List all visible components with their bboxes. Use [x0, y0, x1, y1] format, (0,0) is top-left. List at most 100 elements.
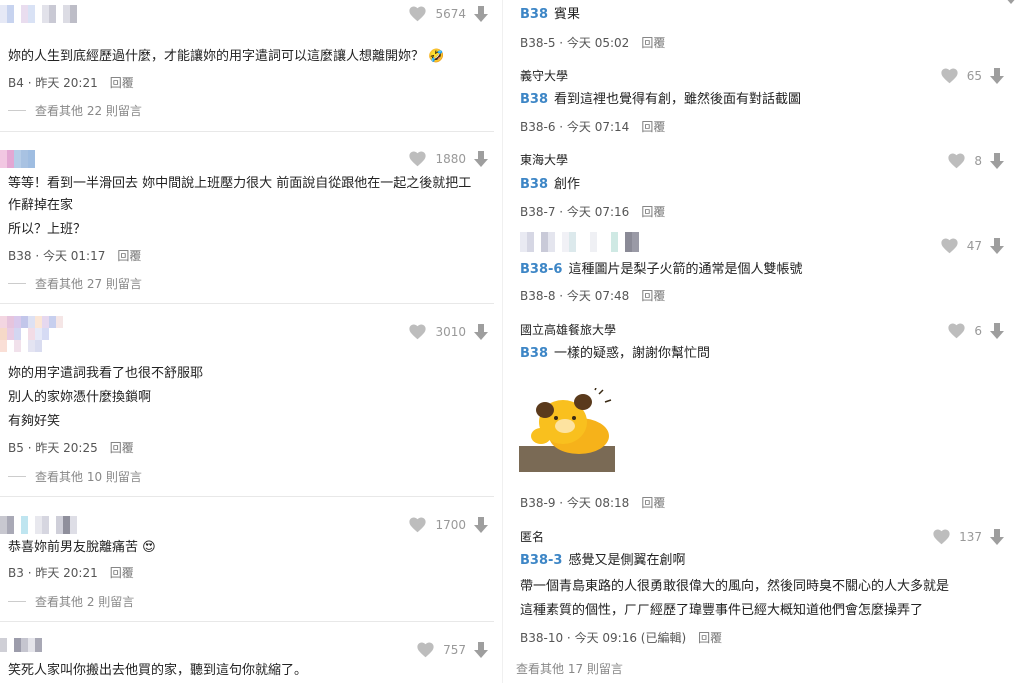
reply-text-line: 這種素質的個性，ㄏㄏ經歷了瑋豐事件已經大概知道他們會怎麼操弄了 — [520, 603, 924, 618]
reply-content: 賓果 — [554, 7, 581, 22]
like-count: 6 — [974, 323, 982, 338]
timestamp: 今天 05:02 — [566, 36, 630, 50]
heart-icon[interactable] — [947, 322, 966, 339]
reply-button[interactable]: 回覆 — [641, 36, 665, 50]
comment-divider — [0, 496, 494, 497]
reply-content: 感覺又是側翼在創啊 — [568, 553, 686, 568]
timestamp: 昨天 20:25 — [35, 441, 98, 455]
heart-icon[interactable] — [932, 528, 951, 545]
reply-content: 創作 — [554, 177, 581, 192]
like-count: 137 — [959, 529, 982, 544]
reply-button[interactable]: 回覆 — [641, 289, 665, 303]
down-arrow-icon[interactable] — [1004, 0, 1018, 4]
author-school: 國立高雄餐旅大學 — [520, 323, 617, 337]
more-replies-label: 查看其他 22 則留言 — [35, 104, 142, 118]
floor-number: B38-5 — [520, 36, 556, 50]
more-replies-label: 查看其他 27 則留言 — [35, 277, 142, 291]
dash-line — [8, 110, 26, 111]
reply-content: 一樣的疑惑，謝謝你幫忙問 — [554, 346, 711, 361]
reply-text: B38 創作 — [520, 173, 580, 197]
reply-meta: B38-8 · 今天 07:48 回覆 — [520, 289, 666, 303]
more-replies-link[interactable]: 查看其他 17 則留言 — [516, 660, 623, 677]
heart-icon[interactable] — [940, 67, 959, 84]
floor-reference-link[interactable]: B38 — [520, 92, 548, 107]
comment-text: 作辭掉在家 — [8, 198, 74, 213]
floor-reference-link[interactable]: B38-6 — [520, 262, 562, 277]
reply-button[interactable]: 回覆 — [641, 205, 665, 219]
reply-meta: B38-10 · 今天 09:16 (已編輯) 回覆 — [520, 631, 723, 645]
like-group: 6 — [947, 322, 1004, 339]
heart-icon[interactable] — [940, 237, 959, 254]
comment-meta: B5 · 昨天 20:25 回覆 — [8, 441, 134, 455]
heart-icon[interactable] — [947, 152, 966, 169]
bear-sticker-image — [519, 388, 615, 472]
comment-text: 妳的用字遣詞我看了也很不舒服耶 — [8, 366, 204, 381]
floor-number: B38-9 — [520, 496, 556, 510]
like-count: 1880 — [435, 151, 466, 166]
like-group: 757 — [416, 641, 488, 658]
down-arrow-icon[interactable] — [474, 150, 488, 167]
timestamp: 今天 01:17 — [42, 249, 106, 263]
reply-text: B38 看到這裡也覺得有創，雖然後面有對話截圖 — [520, 88, 801, 112]
like-group: 47 — [940, 237, 1004, 254]
down-arrow-icon[interactable] — [990, 67, 1004, 84]
reply-button[interactable]: 回覆 — [641, 120, 665, 134]
reply-meta: B38-9 · 今天 08:18 回覆 — [520, 496, 666, 510]
like-group: 8 — [947, 152, 1004, 169]
comment-meta: B38 · 今天 01:17 回覆 — [8, 249, 142, 263]
timestamp: 今天 07:16 — [566, 205, 630, 219]
like-group: 5674 — [408, 5, 488, 22]
down-arrow-icon[interactable] — [990, 237, 1004, 254]
dash-line — [8, 476, 26, 477]
floor-reference-link[interactable]: B38 — [520, 7, 548, 22]
floor-number: B38-10 — [520, 631, 564, 645]
comment-text: 等等！看到一半滑回去 妳中間說上班壓力很大 前面說自從跟他在一起之後就把工 — [8, 176, 472, 191]
heart-icon[interactable] — [408, 516, 427, 533]
like-group: 65 — [940, 67, 1004, 84]
comment-text: 有夠好笑 — [8, 414, 61, 429]
author-school: 義守大學 — [520, 69, 569, 83]
heart-icon[interactable] — [408, 323, 427, 340]
blurred-author-name — [520, 232, 650, 252]
more-replies-link[interactable]: 查看其他 27 則留言 — [8, 275, 142, 292]
reply-button[interactable]: 回覆 — [698, 631, 722, 645]
down-arrow-icon[interactable] — [990, 152, 1004, 169]
reply-button[interactable]: 回覆 — [110, 566, 134, 580]
more-replies-link[interactable]: 查看其他 10 則留言 — [8, 468, 142, 485]
floor-number: B4 — [8, 76, 24, 90]
like-count: 757 — [443, 642, 466, 657]
comment-text: 笑死人家叫你搬出去他買的家，聽到這句你就縮了。 — [8, 663, 308, 678]
like-count: 1700 — [435, 517, 466, 532]
reply-meta: B38-6 · 今天 07:14 回覆 — [520, 120, 666, 134]
heart-icon[interactable] — [408, 5, 427, 22]
heart-icon[interactable] — [408, 150, 427, 167]
reply-button[interactable]: 回覆 — [117, 249, 141, 263]
down-arrow-icon[interactable] — [990, 322, 1004, 339]
down-arrow-icon[interactable] — [474, 323, 488, 340]
down-arrow-icon[interactable] — [474, 516, 488, 533]
floor-reference-link[interactable]: B38 — [520, 346, 548, 361]
floor-reference-link[interactable]: B38-3 — [520, 553, 562, 568]
comment-text: 妳的人生到底經歷過什麼，才能讓妳的用字遣詞可以這麼讓人想離開妳？ 🤣 — [8, 49, 445, 64]
heart-icon[interactable] — [416, 641, 435, 658]
down-arrow-icon[interactable] — [474, 5, 488, 22]
like-count: 3010 — [435, 324, 466, 339]
down-arrow-icon[interactable] — [990, 528, 1004, 545]
floor-reference-link[interactable]: B38 — [520, 177, 548, 192]
reply-text: B38-3 感覺又是側翼在創啊 — [520, 549, 685, 573]
reply-button[interactable]: 回覆 — [110, 76, 134, 90]
comment-divider — [0, 621, 494, 622]
timestamp: 今天 08:18 — [566, 496, 630, 510]
timestamp: 昨天 20:21 — [35, 76, 98, 90]
reply-button[interactable]: 回覆 — [110, 441, 134, 455]
floor-number: B38-7 — [520, 205, 556, 219]
floor-number: B5 — [8, 441, 24, 455]
like-group: 3010 — [408, 323, 488, 340]
floor-number: B38-6 — [520, 120, 556, 134]
blurred-avatar — [0, 638, 50, 652]
more-replies-link[interactable]: 查看其他 2 則留言 — [8, 593, 134, 610]
down-arrow-icon[interactable] — [474, 641, 488, 658]
reply-button[interactable]: 回覆 — [641, 496, 665, 510]
more-replies-link[interactable]: 查看其他 22 則留言 — [8, 102, 142, 119]
comment-divider — [0, 131, 494, 132]
